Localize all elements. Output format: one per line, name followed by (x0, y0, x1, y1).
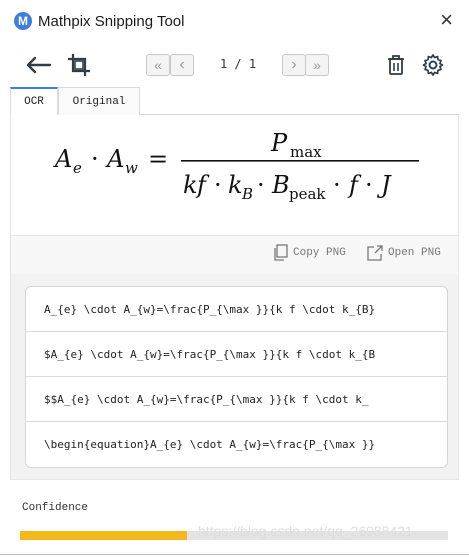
formula-lhs-a2: A (105, 145, 124, 173)
tab-bar: OCR Original (10, 87, 459, 115)
formula-lhs-dot: · (91, 145, 99, 173)
prev-page-button[interactable]: ‹ (170, 54, 194, 76)
formula-fraction-bar (181, 160, 419, 162)
copy-png-label: Copy PNG (293, 247, 346, 259)
open-png-label: Open PNG (388, 247, 441, 259)
formula-lhs-sub-e: e (73, 159, 82, 177)
latex-result-display[interactable]: $$A_{e} \cdot A_{w}=\frac{P_{\max }}{k f… (26, 377, 447, 422)
formula-preview: A e · A w = P max k f · k B · B peak · f… (10, 115, 459, 236)
latex-result-equation[interactable]: \begin{equation}A_{e} \cdot A_{w}=\frac{… (26, 422, 447, 467)
delete-button[interactable] (382, 46, 410, 84)
formula-lhs-sub-w: w (125, 159, 138, 177)
page-indicator: 1 / 1 (219, 57, 257, 71)
formula-denominator-peak: peak (289, 185, 326, 203)
mathpix-logo-icon: M (14, 12, 32, 30)
open-png-button[interactable]: Open PNG (366, 244, 441, 262)
formula-denominator-dot2: · (257, 171, 265, 199)
bottom-divider (0, 554, 469, 555)
settings-button[interactable] (419, 46, 447, 84)
formula-numerator-p: P (270, 129, 288, 157)
latex-result-plain[interactable]: A_{e} \cdot A_{w}=\frac{P_{\max }}{k f \… (26, 287, 447, 332)
rendered-formula: A e · A w = P max k f · k B · B peak · f… (53, 129, 419, 203)
next-page-button[interactable]: › (282, 54, 306, 76)
confidence-label: Confidence (22, 502, 89, 514)
last-page-button[interactable]: » (305, 54, 329, 76)
tab-original[interactable]: Original (58, 87, 140, 115)
formula-equals: = (148, 145, 168, 173)
formula-denominator-k: k (183, 171, 198, 199)
results-panel: A_{e} \cdot A_{w}=\frac{P_{\max }}{k f \… (10, 274, 459, 480)
tab-ocr[interactable]: OCR (10, 87, 58, 115)
image-actions-bar: Copy PNG Open PNG (10, 236, 459, 274)
formula-denominator-sub-b: B (241, 185, 253, 203)
formula-denominator-dot3: · (333, 171, 341, 199)
confidence-section: Confidence https://blog.csdn.net/qq_2698… (10, 490, 459, 557)
formula-denominator-dot4: · (365, 171, 373, 199)
close-button[interactable]: × (440, 9, 453, 31)
double-chevron-left-icon: « (154, 57, 162, 73)
chevron-left-icon: ‹ (179, 56, 185, 73)
formula-lhs-a1: A (53, 145, 72, 173)
formula-denominator-b: B (271, 171, 290, 199)
new-snip-button[interactable] (64, 46, 94, 84)
formula-denominator-dot1: · (214, 171, 222, 199)
trash-icon (388, 55, 404, 75)
window-title: Mathpix Snipping Tool (38, 12, 185, 30)
copy-png-button[interactable]: Copy PNG (273, 244, 346, 262)
gear-icon (422, 54, 444, 76)
formula-denominator-j: J (376, 171, 392, 199)
watermark: https://blog.csdn.net/qq_26988421 (198, 523, 413, 539)
latex-result-inline[interactable]: $A_{e} \cdot A_{w}=\frac{P_{\max }}{k f … (26, 332, 447, 377)
formula-numerator-max: max (290, 143, 322, 161)
chevron-right-icon: › (291, 56, 297, 73)
external-link-icon (367, 245, 383, 261)
formula-denominator-k2: k (228, 171, 243, 199)
back-button[interactable] (22, 46, 56, 84)
toolbar: « ‹ 1 / 1 › » (0, 46, 469, 84)
first-page-button[interactable]: « (146, 54, 170, 76)
copy-icon (274, 244, 288, 261)
screen-capture-icon (68, 54, 90, 76)
double-chevron-right-icon: » (313, 57, 321, 73)
title-bar: M Mathpix Snipping Tool × (0, 0, 469, 42)
confidence-bar-fill (20, 531, 187, 540)
formula-denominator-f2: f (347, 171, 362, 199)
latex-results-list: A_{e} \cdot A_{w}=\frac{P_{\max }}{k f \… (25, 286, 448, 468)
formula-denominator-f: f (195, 171, 210, 199)
arrow-left-icon (26, 56, 52, 74)
